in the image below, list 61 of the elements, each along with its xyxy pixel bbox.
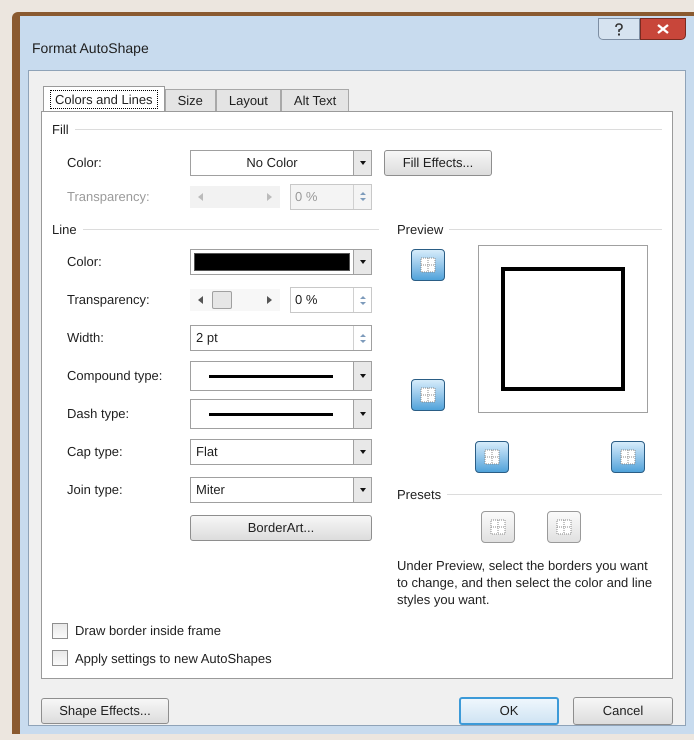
border-grid-icon bbox=[556, 518, 572, 534]
field-label: Compound type: bbox=[66, 367, 164, 386]
checkbox[interactable] bbox=[52, 650, 68, 666]
line-style-dropdown[interactable] bbox=[190, 399, 372, 429]
field-label: Dash type: bbox=[66, 405, 130, 424]
checkbox[interactable] bbox=[52, 622, 68, 639]
border-toggle-button[interactable] bbox=[611, 441, 645, 473]
border-grid-icon bbox=[490, 518, 506, 534]
tab[interactable]: Alt Text bbox=[280, 89, 350, 111]
border-toggle-button[interactable] bbox=[475, 441, 509, 473]
slider-track[interactable] bbox=[190, 289, 280, 311]
percent-spinner[interactable]: 0 % bbox=[290, 287, 372, 313]
checkbox-label: Draw border inside frame bbox=[75, 622, 221, 640]
help-icon bbox=[613, 22, 625, 36]
preset-button[interactable] bbox=[547, 510, 581, 542]
dropdown[interactable]: No Color bbox=[190, 150, 372, 176]
border-grid-icon bbox=[620, 449, 636, 465]
tab[interactable]: Layout bbox=[216, 89, 281, 111]
slider-track[interactable] bbox=[190, 186, 280, 208]
right-arrow-icon bbox=[267, 192, 272, 200]
field-label: Color: bbox=[66, 253, 103, 272]
dropdown[interactable]: Miter bbox=[190, 477, 372, 503]
instructions-text: Under Preview, select the borders you want to change, and then select the color and line styles you want. bbox=[397, 556, 654, 608]
ok-button[interactable]: OK bbox=[459, 697, 559, 725]
section-heading: Line bbox=[52, 220, 77, 238]
field-label: Width: bbox=[66, 329, 105, 348]
tab[interactable]: Colors and Lines bbox=[43, 86, 165, 112]
line-style-dropdown[interactable] bbox=[190, 361, 372, 391]
field-label: Transparency: bbox=[66, 188, 151, 206]
slider-thumb[interactable] bbox=[212, 291, 232, 309]
checkbox-label: Apply settings to new AutoShapes bbox=[75, 650, 272, 668]
shape-effects-button[interactable]: Shape Effects... bbox=[41, 698, 169, 724]
border-toggle-button[interactable] bbox=[411, 249, 445, 281]
line-sample-icon bbox=[209, 374, 333, 378]
border-grid-icon bbox=[484, 449, 500, 465]
cancel-button[interactable]: Cancel bbox=[573, 697, 673, 725]
section-heading: Presets bbox=[397, 486, 442, 504]
dropdown[interactable]: Flat bbox=[190, 439, 372, 465]
tab[interactable]: Size bbox=[164, 89, 216, 111]
section-heading: Preview bbox=[397, 220, 444, 238]
field-label: Join type: bbox=[66, 481, 124, 500]
width-spinner[interactable]: 2 pt bbox=[190, 325, 372, 351]
field-label: Transparency: bbox=[66, 291, 151, 310]
color-dropdown[interactable] bbox=[190, 249, 372, 275]
borderart-button[interactable]: BorderArt... bbox=[190, 515, 372, 541]
line-sample-icon bbox=[209, 412, 333, 416]
border-grid-icon bbox=[420, 387, 436, 403]
right-arrow-icon bbox=[267, 296, 272, 304]
field-label: Color: bbox=[66, 154, 103, 172]
fill-effects-button[interactable]: Fill Effects... bbox=[384, 150, 492, 176]
field-label: Cap type: bbox=[66, 443, 124, 462]
window-title: Format AutoShape bbox=[31, 39, 149, 58]
border-toggle-button[interactable] bbox=[411, 379, 445, 411]
section-heading: Fill bbox=[52, 121, 69, 139]
help-button[interactable] bbox=[598, 18, 640, 40]
close-icon bbox=[656, 23, 670, 35]
left-arrow-icon bbox=[198, 192, 203, 200]
border-grid-icon bbox=[420, 257, 436, 273]
close-button[interactable] bbox=[640, 18, 686, 40]
left-arrow-icon bbox=[198, 296, 203, 304]
preset-button[interactable] bbox=[481, 510, 515, 542]
